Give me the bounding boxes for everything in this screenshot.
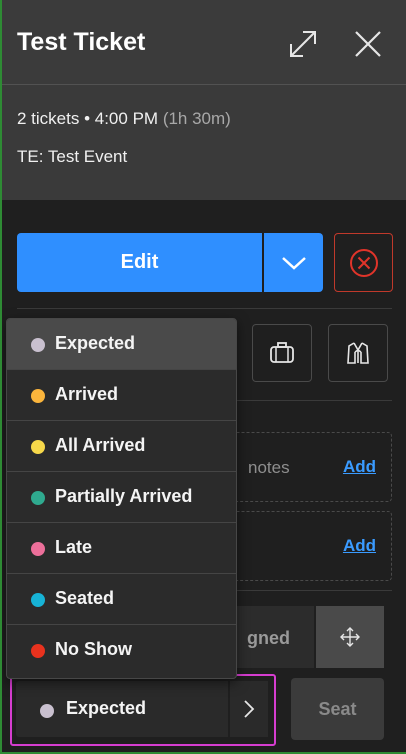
ticket-info: 2 tickets • 4:00 PM (1h 30m) TE: Test Ev… xyxy=(2,85,406,200)
assignment-text: gned xyxy=(247,628,290,648)
status-dot xyxy=(31,338,45,352)
menu-item-label: No Show xyxy=(55,639,132,659)
ticket-summary: 2 tickets • 4:00 PM (1h 30m) xyxy=(17,109,231,129)
cancel-button[interactable] xyxy=(334,233,393,292)
menu-item-label: Arrived xyxy=(55,384,119,404)
seat-button[interactable]: Seat xyxy=(291,678,384,740)
menu-item-late[interactable]: Late xyxy=(7,523,236,574)
panel-header: Test Ticket xyxy=(2,0,406,85)
menu-item-no-show[interactable]: No Show xyxy=(7,625,236,675)
chevron-down-icon xyxy=(281,256,306,270)
status-dropdown-menu: Expected Arrived All Arrived Partially A… xyxy=(6,318,237,679)
expand-icon[interactable] xyxy=(287,28,319,60)
status-selector[interactable]: Expected xyxy=(10,674,276,746)
menu-item-arrived[interactable]: Arrived xyxy=(7,370,236,421)
menu-item-label: Seated xyxy=(55,588,115,608)
coat-check-button[interactable] xyxy=(328,324,388,382)
status-dot xyxy=(31,542,45,556)
status-label: Expected xyxy=(66,698,147,718)
menu-item-label: Expected xyxy=(55,333,136,353)
move-button[interactable] xyxy=(316,606,384,668)
page-title: Test Ticket xyxy=(17,28,146,56)
menu-item-expected[interactable]: Expected xyxy=(7,319,236,370)
divider xyxy=(17,308,392,309)
summary-text: 2 tickets • 4:00 PM xyxy=(17,109,159,128)
menu-item-all-arrived[interactable]: All Arrived xyxy=(7,421,236,472)
jacket-icon xyxy=(347,342,369,364)
status-dot xyxy=(31,593,45,607)
briefcase-icon xyxy=(270,342,294,363)
ticket-panel: Test Ticket 2 tickets • 4:00 PM (1h 30m)… xyxy=(0,0,406,754)
duration-text: (1h 30m) xyxy=(162,109,231,128)
edit-dropdown-button[interactable] xyxy=(264,233,323,292)
edit-button[interactable]: Edit xyxy=(17,233,262,292)
menu-item-partially-arrived[interactable]: Partially Arrived xyxy=(7,472,236,523)
close-icon[interactable] xyxy=(352,28,384,60)
bag-check-button[interactable] xyxy=(252,324,312,382)
status-dot xyxy=(31,440,45,454)
cancel-circle-icon xyxy=(349,248,378,277)
menu-item-label: All Arrived xyxy=(55,435,146,455)
status-dot xyxy=(31,389,45,403)
event-name: TE: Test Event xyxy=(17,147,128,166)
notes-label: notes xyxy=(248,458,290,477)
menu-item-label: Late xyxy=(55,537,93,557)
add-notes-link[interactable]: Add xyxy=(343,457,376,477)
status-dot xyxy=(40,704,54,718)
status-dot xyxy=(31,491,45,505)
status-next-button[interactable] xyxy=(230,681,268,737)
add-tags-link[interactable]: Add xyxy=(343,536,376,556)
status-value[interactable]: Expected xyxy=(16,681,228,737)
menu-item-seated[interactable]: Seated xyxy=(7,574,236,625)
menu-item-label: Partially Arrived xyxy=(55,486,193,506)
chevron-right-icon xyxy=(244,700,255,718)
move-icon xyxy=(340,627,360,647)
status-dot xyxy=(31,644,45,658)
